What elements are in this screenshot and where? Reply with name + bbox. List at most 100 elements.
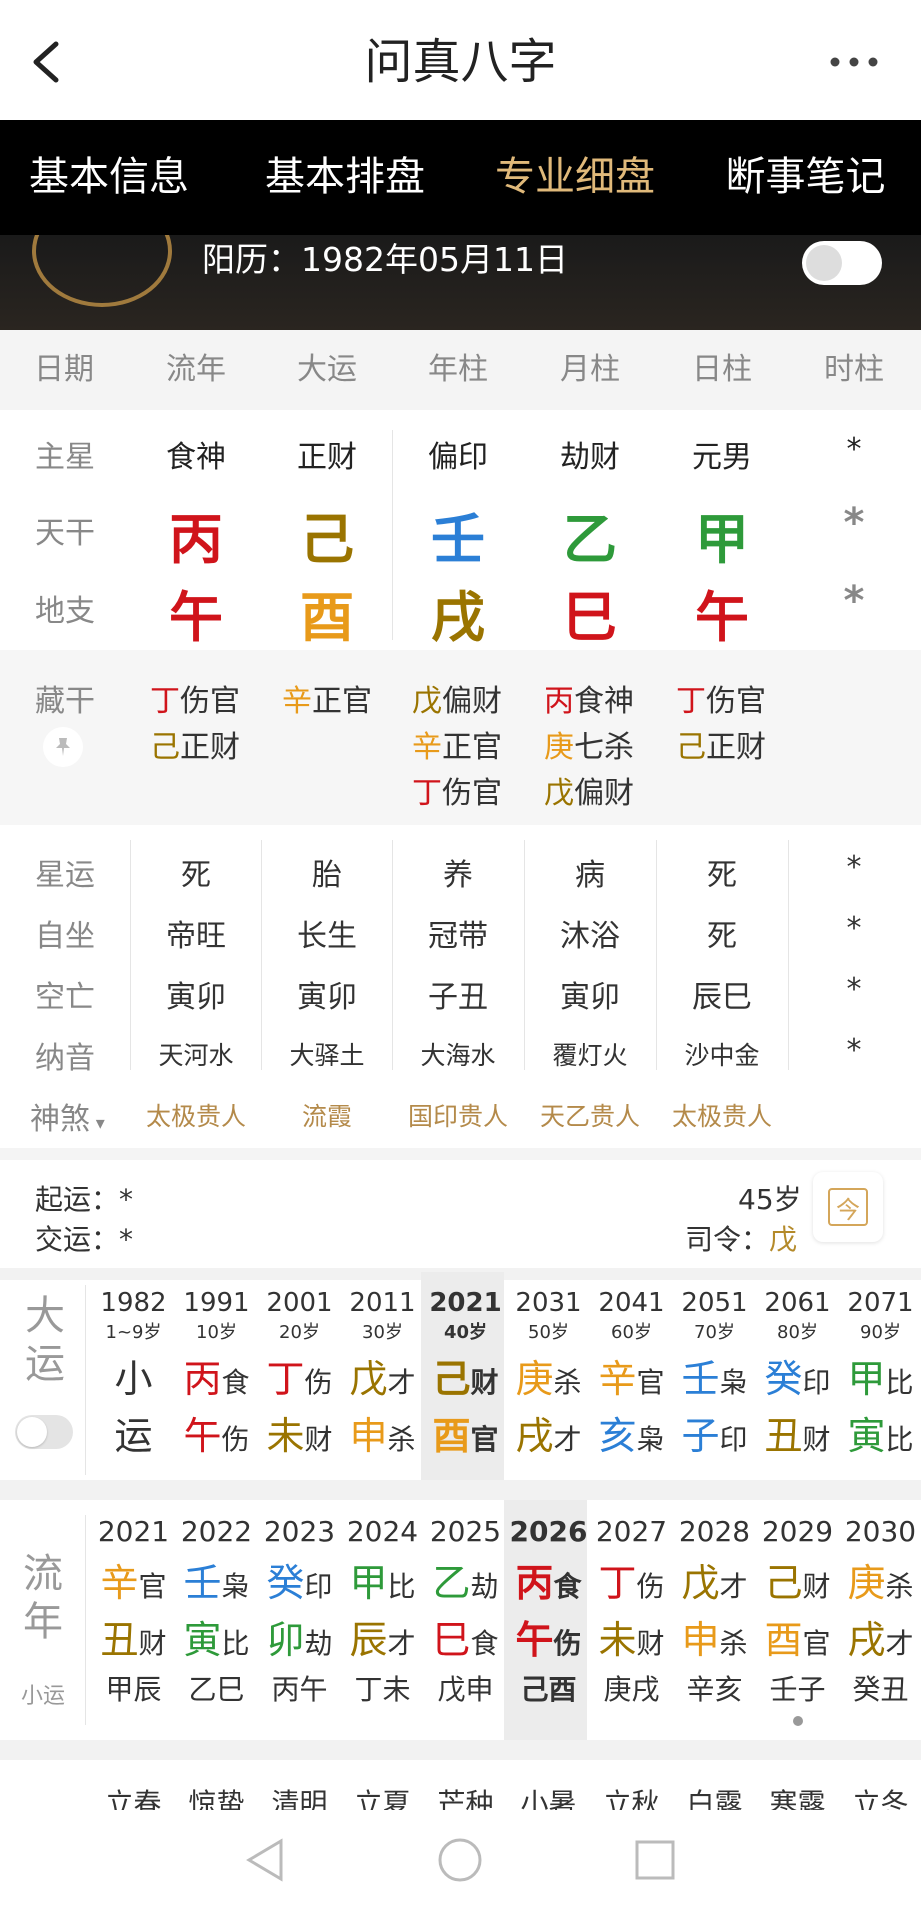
tiangan-hour: *	[843, 500, 865, 546]
zizuo-value: 死	[707, 919, 737, 954]
liunian-column[interactable]: 2025 乙劫 巳食 戊申	[424, 1515, 507, 1708]
liunian-label: 流年	[23, 1551, 63, 1645]
dayun-stem: 辛	[598, 1357, 637, 1401]
dayun-column[interactable]: 2021 40岁 己财 酉官	[424, 1288, 507, 1460]
dayun-age: 30岁	[362, 1322, 403, 1343]
shensha-value: 天乙贵人	[539, 1102, 640, 1131]
canggan-item: 庚七杀	[544, 730, 634, 765]
header-toggle[interactable]	[802, 241, 882, 285]
tiangan-liunian: 丙	[169, 508, 223, 571]
liunian-branch: 申	[681, 1618, 720, 1662]
liunian-column[interactable]: 2028 戊才 申杀 辛亥	[673, 1515, 756, 1708]
qiyun-jiao: 交运：*	[35, 1223, 134, 1256]
liunian-column[interactable]: 2027 丁伤 未财 庚戌	[590, 1515, 673, 1708]
tiangan-year: 壬	[431, 508, 485, 571]
divider	[0, 1740, 921, 1760]
dayun-column[interactable]: 2041 60岁 辛官 亥枭	[590, 1288, 673, 1460]
dayun-stem: 丁	[266, 1357, 305, 1401]
liunian-branch: 戌	[847, 1618, 886, 1662]
liunian-column[interactable]: 2022 壬枭 寅比 乙巳	[175, 1515, 258, 1708]
zizuo-value: 沐浴	[560, 919, 620, 954]
nav-recents-icon[interactable]	[625, 1830, 685, 1890]
tab-pro-chart[interactable]: 专业细盘	[460, 120, 690, 235]
nayin-value: 覆灯火	[552, 1041, 628, 1070]
dayun-column[interactable]: 2031 50岁 庚杀 戌才	[507, 1288, 590, 1460]
col-month: 月柱	[560, 352, 620, 387]
liunian-stem: 甲	[349, 1561, 388, 1605]
liunian-stem-god: 伤	[636, 1570, 665, 1603]
dayun-branch: 戌	[515, 1414, 554, 1458]
dayun-branch-god: 财	[304, 1423, 333, 1456]
xiaoyun-value: 乙巳	[188, 1673, 245, 1706]
shensha-dropdown[interactable]: 神煞 ▾	[30, 1094, 120, 1138]
dayun-branch: 丑	[764, 1414, 803, 1458]
calendar-today-icon[interactable]: 今	[813, 1172, 883, 1242]
liunian-year: 2028	[678, 1515, 751, 1548]
col-hour: 时柱	[824, 352, 884, 387]
canggan-item: 戊偏财	[544, 776, 634, 811]
divider	[788, 840, 789, 1070]
dayun-branch-god: 比	[885, 1423, 914, 1456]
tab-notes[interactable]: 断事笔记	[690, 120, 921, 235]
dayun-year: 2021	[429, 1288, 502, 1318]
divider	[524, 840, 525, 1070]
kongwang-value: 子丑	[428, 980, 488, 1015]
liunian-year: 2027	[595, 1515, 668, 1548]
liunian-branch-god: 比	[221, 1627, 250, 1660]
liunian-stem-god: 印	[304, 1570, 333, 1603]
nav-back-icon[interactable]	[235, 1830, 295, 1890]
liunian-year: 2024	[346, 1515, 419, 1548]
dizhi-dayun: 酉	[300, 586, 354, 649]
liunian-column[interactable]: 2030 庚杀 戌才 癸丑	[839, 1515, 921, 1708]
divider	[656, 840, 657, 1070]
dayun-column[interactable]: 2071 90岁 甲比 寅比	[839, 1288, 921, 1460]
canggan-item: 辛正官	[412, 730, 502, 765]
zizuo-value: *	[846, 911, 862, 946]
dayun-year: 1982	[100, 1288, 167, 1318]
dayun-column[interactable]: 2061 80岁 癸印 丑财	[756, 1288, 839, 1460]
dayun-toggle[interactable]	[15, 1415, 73, 1449]
dayun-column[interactable]: 2011 30岁 戊才 申杀	[341, 1288, 424, 1460]
dayun-column[interactable]: 2051 70岁 壬枭 子印	[673, 1288, 756, 1460]
liunian-year: 2022	[180, 1515, 253, 1548]
row-label-dizhi: 地支	[35, 594, 95, 629]
nav-home-icon[interactable]	[430, 1830, 490, 1890]
siling: 司令：戊	[685, 1223, 798, 1256]
dayun-year: 2061	[764, 1288, 831, 1318]
dayun-year: 2071	[847, 1288, 914, 1318]
liunian-column[interactable]: 2029 己财 酉官 壬子	[756, 1515, 839, 1708]
jieqi-item: 白露	[686, 1787, 743, 1810]
tab-basic-info[interactable]: 基本信息	[0, 120, 218, 235]
solar-date: 阳历：1982年05月11日	[202, 240, 568, 279]
liunian-column[interactable]: 2021 辛官 丑财 甲辰	[92, 1515, 175, 1708]
col-liunian: 流年	[166, 352, 226, 387]
dayun-branch-god: 官	[470, 1423, 499, 1456]
dayun-age: 60岁	[611, 1322, 652, 1343]
dayun-branch: 午	[183, 1414, 222, 1458]
tab-basic-chart[interactable]: 基本排盘	[230, 120, 460, 235]
dayun-stem-god: 官	[636, 1366, 665, 1399]
kongwang-value: 辰巳	[692, 980, 752, 1015]
tiangan-dayun: 己	[300, 508, 354, 571]
more-icon[interactable]	[826, 38, 882, 86]
liunian-stem-god: 财	[802, 1570, 831, 1603]
dayun-stem-god: 杀	[553, 1366, 582, 1399]
xiaoyun-value: 己酉	[520, 1673, 577, 1706]
liunian-column[interactable]: 2026 丙食 午伤 己酉	[507, 1515, 590, 1708]
dayun-stem-god: 伤	[304, 1366, 333, 1399]
xiaoyun-value: 甲辰	[105, 1673, 162, 1706]
dayun-branch: 运	[114, 1414, 153, 1458]
jieqi-item: 立秋	[603, 1787, 660, 1810]
liunian-year: 2029	[761, 1515, 834, 1548]
dayun-column[interactable]: 1991 10岁 丙食 午伤	[175, 1288, 258, 1460]
divider	[85, 1515, 86, 1725]
dayun-branch: 亥	[598, 1414, 637, 1458]
liunian-column[interactable]: 2023 癸印 卯劫 丙午	[258, 1515, 341, 1708]
dayun-age: 70岁	[694, 1322, 735, 1343]
dayun-column[interactable]: 1982 1~9岁小运	[92, 1288, 175, 1460]
liunian-branch: 寅	[183, 1618, 222, 1662]
pin-icon[interactable]	[43, 727, 83, 767]
liunian-branch-god: 杀	[719, 1627, 748, 1660]
liunian-column[interactable]: 2024 甲比 辰才 丁未	[341, 1515, 424, 1708]
dayun-column[interactable]: 2001 20岁 丁伤 未财	[258, 1288, 341, 1460]
